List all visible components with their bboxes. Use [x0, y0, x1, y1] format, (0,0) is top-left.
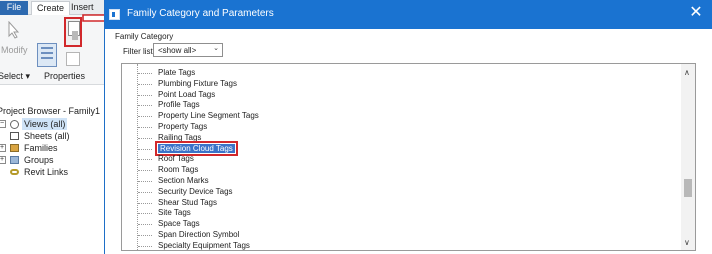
families-icon — [10, 144, 19, 152]
project-browser-tree: − Views (all) Sheets (all) + Families + … — [0, 118, 108, 178]
category-item[interactable]: Profile Tags — [138, 100, 259, 111]
category-item-label: Railing Tags — [158, 132, 202, 142]
sheets-icon — [10, 132, 19, 140]
category-item-label: Space Tags — [158, 219, 200, 229]
scrollbar-thumb[interactable] — [684, 179, 692, 197]
category-item-label: Specialty Equipment Tags — [158, 240, 250, 250]
tab-create[interactable]: Create — [31, 1, 71, 15]
category-item-label: Plumbing Fixture Tags — [158, 78, 237, 88]
category-item[interactable]: Specialty Equipment Tags — [138, 240, 259, 250]
browser-item-label: Sheets (all) — [24, 131, 70, 141]
category-item-label: Roof Tags — [158, 154, 194, 164]
category-item-label: Profile Tags — [158, 100, 200, 110]
vertical-scrollbar[interactable]: ∧ ∨ — [681, 64, 695, 250]
category-item[interactable]: Security Device Tags — [138, 187, 259, 198]
browser-item-label: Groups — [24, 155, 54, 165]
collapse-icon[interactable]: − — [0, 120, 6, 128]
category-item-label: Revision Cloud Tags — [155, 140, 238, 156]
category-item[interactable]: Space Tags — [138, 219, 259, 230]
family-types-icon[interactable] — [66, 52, 80, 66]
category-item[interactable]: Span Direction Symbol — [138, 230, 259, 241]
section-label: Family Category — [115, 32, 174, 41]
tab-file[interactable]: File — [0, 1, 28, 15]
project-browser-title: Project Browser - Family1 — [0, 106, 101, 116]
category-item-label: Section Marks — [158, 175, 209, 185]
filter-dropdown[interactable]: <show all> ⌄ — [153, 43, 223, 57]
dialog-title: Family Category and Parameters — [127, 8, 274, 19]
category-item-label: Span Direction Symbol — [158, 229, 240, 239]
browser-item-label: Families — [24, 143, 58, 153]
cursor-icon[interactable] — [7, 21, 21, 39]
chevron-down-icon[interactable]: ∨ — [684, 238, 690, 247]
views-icon — [10, 120, 19, 129]
browser-item-label: Views (all) — [22, 118, 68, 130]
browser-item-views[interactable]: − Views (all) — [0, 118, 108, 130]
category-item-label: Room Tags — [158, 165, 199, 175]
category-item[interactable]: Room Tags — [138, 165, 259, 176]
category-item[interactable]: Property Line Segment Tags — [138, 111, 259, 122]
groups-icon — [10, 156, 19, 164]
category-item-label: Shear Stud Tags — [158, 197, 218, 207]
chevron-up-icon[interactable]: ∧ — [684, 68, 690, 77]
category-item[interactable]: Property Tags — [138, 122, 259, 133]
category-item[interactable]: Shear Stud Tags — [138, 198, 259, 209]
dialog-titlebar[interactable]: Family Category and Parameters ✕ — [105, 0, 712, 29]
browser-item-groups[interactable]: + Groups — [0, 154, 108, 166]
category-item[interactable]: Point Load Tags — [138, 90, 259, 101]
expand-icon[interactable]: + — [0, 156, 6, 164]
revit-links-icon — [10, 169, 19, 175]
category-item[interactable]: Roof Tags — [138, 154, 259, 165]
category-list[interactable]: Plate Tags Plumbing Fixture Tags Point Loa… — [121, 63, 696, 251]
category-item[interactable]: Revision Cloud Tags — [138, 140, 259, 156]
family-category-button[interactable] — [64, 17, 82, 47]
properties-panel-label: Properties — [44, 71, 86, 81]
category-item-label: Property Line Segment Tags — [158, 111, 259, 121]
category-item[interactable]: Section Marks — [138, 176, 259, 187]
select-dropdown[interactable]: Select ▾ — [0, 71, 30, 82]
chevron-down-icon: ⌄ — [213, 45, 219, 52]
category-item-label: Plate Tags — [158, 68, 196, 77]
close-icon[interactable]: ✕ — [689, 4, 703, 22]
browser-item-revit-links[interactable]: Revit Links — [0, 166, 108, 178]
category-item[interactable]: Site Tags — [138, 208, 259, 219]
family-category-dialog: Family Category and Parameters ✕ Family … — [104, 0, 712, 254]
properties-icon[interactable] — [37, 43, 57, 67]
expand-icon[interactable]: + — [0, 144, 6, 152]
revit-app-icon — [109, 9, 120, 20]
category-item[interactable]: Plate Tags — [138, 68, 259, 79]
category-item-label: Site Tags — [158, 208, 191, 218]
category-items: Plate Tags Plumbing Fixture Tags Point Loa… — [138, 68, 259, 250]
filter-value: <show all> — [158, 46, 197, 55]
filter-label: Filter list: — [123, 47, 155, 56]
browser-item-sheets[interactable]: Sheets (all) — [0, 130, 108, 142]
browser-item-label: Revit Links — [24, 167, 69, 177]
browser-item-families[interactable]: + Families — [0, 142, 108, 154]
category-item-label: Point Load Tags — [158, 89, 216, 99]
modify-button-label[interactable]: Modify — [1, 45, 28, 55]
category-item-label: Property Tags — [158, 121, 208, 131]
category-item-label: Security Device Tags — [158, 186, 233, 196]
category-item[interactable]: Railing Tags — [138, 133, 259, 144]
category-item[interactable]: Plumbing Fixture Tags — [138, 79, 259, 90]
revit-window: File Create Insert Modify Select ▾ Prope… — [0, 0, 108, 254]
